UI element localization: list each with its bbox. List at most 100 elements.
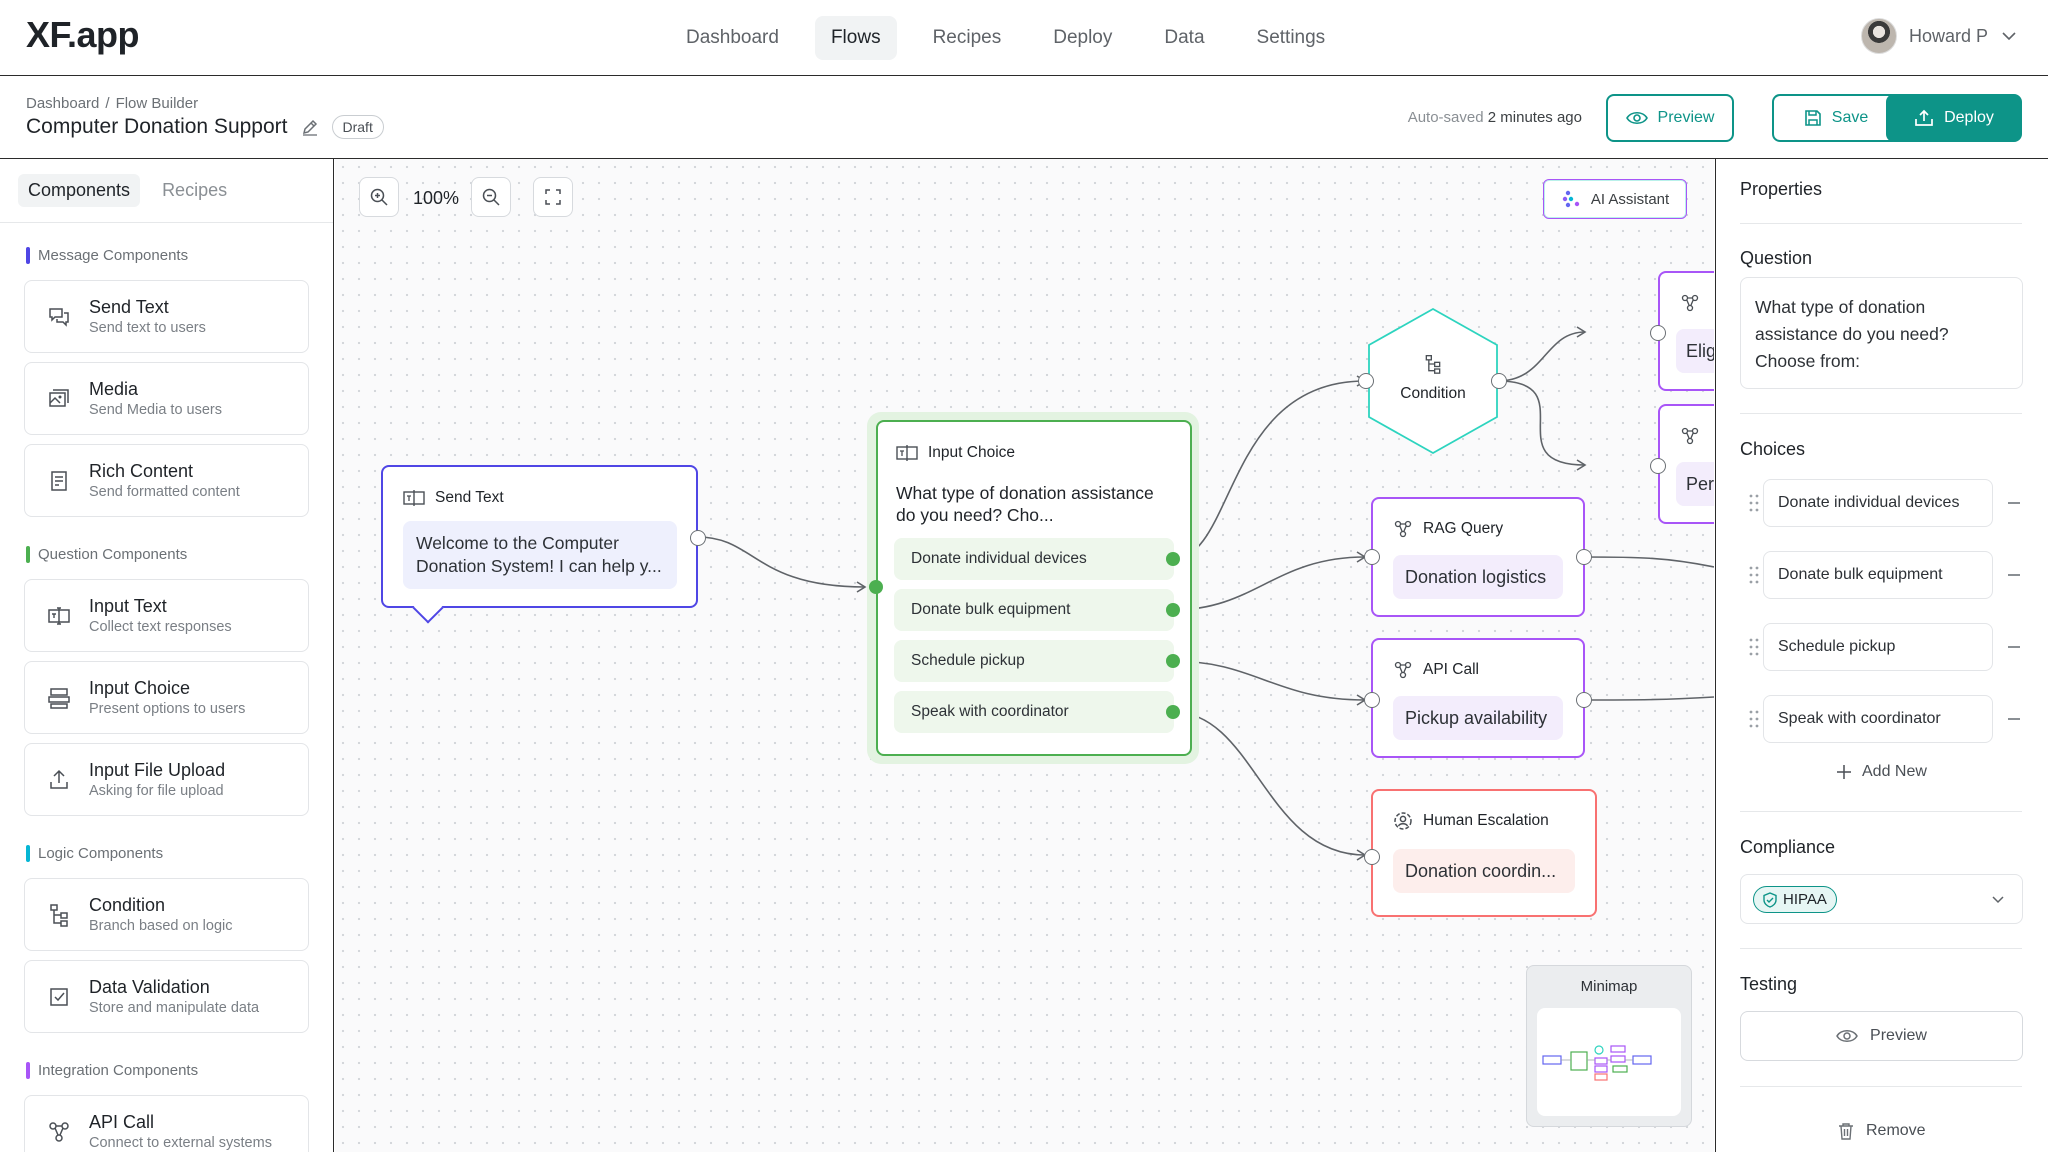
node-partial-per[interactable]: Per (1650, 404, 1714, 524)
component-title: Condition (89, 895, 166, 915)
component-title: Input Choice (89, 678, 191, 698)
component-title: API Call (89, 1112, 155, 1132)
breadcrumb-flow-builder[interactable]: Flow Builder (116, 95, 199, 112)
edge-option4-to-escalation (1172, 711, 1366, 856)
remove-choice-icon[interactable] (2008, 718, 2020, 720)
compliance-select[interactable]: HIPAA (1740, 874, 2023, 924)
remove-choice-icon[interactable] (2008, 646, 2020, 648)
nav-tab-deploy[interactable]: Deploy (1037, 16, 1128, 60)
section-label: Logic Components (38, 845, 164, 862)
node-partial-eligibility[interactable]: Elig (1650, 271, 1714, 391)
node-human-escalation[interactable]: Human Escalation Donation coordin... (1364, 789, 1597, 917)
component-input-text[interactable]: Input Text Collect text responses (24, 579, 309, 652)
component-data-validation[interactable]: Data Validation Store and manipulate data (24, 960, 309, 1033)
send-text-message: Welcome to the Computer Donation System!… (403, 521, 677, 589)
node-input-choice[interactable]: Input Choice What type of donation assis… (869, 420, 1192, 756)
node-api-call[interactable]: API Call Pickup availability (1364, 638, 1592, 758)
user-menu[interactable]: Howard P (1860, 18, 2018, 54)
remove-node-button[interactable]: Remove (1838, 1122, 1926, 1140)
component-condition[interactable]: Condition Branch based on logic (24, 878, 309, 951)
drag-handle-icon[interactable] (1748, 709, 1760, 729)
nav-tab-flows[interactable]: Flows (814, 16, 897, 60)
deploy-button[interactable]: Deploy (1886, 94, 2022, 142)
option-output-port[interactable] (1166, 654, 1180, 668)
add-new-label: Add New (1862, 763, 1927, 780)
node-input-port[interactable] (1364, 549, 1380, 565)
node-condition[interactable]: Condition (1358, 307, 1507, 455)
option-output-port[interactable] (1166, 705, 1180, 719)
testing-preview-button[interactable]: Preview (1740, 1011, 2023, 1061)
node-input-port[interactable] (1364, 849, 1380, 865)
section-color-bar (26, 845, 30, 862)
minimap[interactable]: Minimap (1526, 965, 1692, 1127)
minimap-viewport[interactable] (1537, 1008, 1681, 1116)
node-output-port[interactable] (1491, 373, 1507, 389)
node-input-port[interactable] (1650, 325, 1666, 341)
node-rag-query[interactable]: RAG Query Donation logistics (1364, 497, 1592, 617)
remove-choice-icon[interactable] (2008, 574, 2020, 576)
user-name: Howard P (1908, 25, 1988, 46)
component-subtitle: Send Media to users (89, 402, 222, 418)
section-color-bar (26, 546, 30, 563)
question-textarea[interactable]: What type of donation assistance do you … (1740, 277, 2023, 389)
branch-icon (50, 903, 68, 927)
component-media[interactable]: Media Send Media to users (24, 362, 309, 435)
properties-panel: Properties Question What type of donatio… (1715, 159, 2048, 1152)
drag-handle-icon[interactable] (1748, 637, 1760, 657)
option-output-port[interactable] (1166, 603, 1180, 617)
node-output-port[interactable] (690, 530, 706, 546)
edge-option2-to-rag (1172, 556, 1366, 611)
tab-components[interactable]: Components (18, 174, 141, 207)
nav-tab-data[interactable]: Data (1148, 16, 1220, 60)
page-title-row: Computer Donation Support Draft (26, 115, 384, 139)
pencil-icon[interactable] (300, 117, 320, 137)
drag-handle-icon[interactable] (1748, 565, 1760, 585)
node-value: Pickup availability (1393, 696, 1563, 740)
components-sidebar: Components Recipes Message Components Se… (0, 159, 334, 1152)
properties-title: Properties (1740, 179, 1823, 199)
choice-input[interactable]: Schedule pickup (1763, 623, 1993, 671)
remove-choice-icon[interactable] (2008, 502, 2020, 504)
node-type-label: Send Text (435, 489, 504, 506)
choice-input[interactable]: Donate bulk equipment (1763, 551, 1993, 599)
breadcrumb-dashboard[interactable]: Dashboard (26, 95, 99, 112)
save-button-label: Save (1831, 109, 1869, 126)
eye-icon (1625, 111, 1648, 125)
trash-icon (1839, 1123, 1853, 1140)
component-subtitle: Collect text responses (89, 619, 232, 635)
tab-recipes[interactable]: Recipes (152, 174, 237, 207)
node-output-port[interactable] (1576, 692, 1592, 708)
node-input-port[interactable] (1364, 692, 1380, 708)
component-send-text[interactable]: Send Text Send text to users (24, 280, 309, 353)
user-support-icon (1394, 812, 1412, 830)
node-input-port[interactable] (1650, 458, 1666, 474)
node-send-text[interactable]: Send Text Welcome to the Computer Donati… (381, 465, 706, 624)
node-input-port[interactable] (1358, 373, 1374, 389)
validation-icon (50, 987, 68, 1006)
question-label: Question (1740, 248, 1813, 268)
preview-button[interactable]: Preview (1606, 94, 1734, 142)
text-input-icon (896, 445, 918, 461)
eye-icon (1836, 1030, 1858, 1042)
component-input-file-upload[interactable]: Input File Upload Asking for file upload (24, 743, 309, 816)
nav-tab-recipes[interactable]: Recipes (917, 16, 1018, 60)
node-output-port[interactable] (1576, 549, 1592, 565)
component-rich-content[interactable]: Rich Content Send formatted content (24, 444, 309, 517)
nav-tab-dashboard[interactable]: Dashboard (670, 16, 795, 60)
edge-option3-to-api (1172, 660, 1366, 701)
drag-handle-icon[interactable] (1748, 493, 1760, 513)
add-choice-button[interactable]: Add New (1836, 763, 1927, 781)
option-output-port[interactable] (1166, 552, 1180, 566)
nav-tab-settings[interactable]: Settings (1241, 16, 1342, 60)
component-subtitle: Store and manipulate data (89, 1000, 260, 1016)
node-input-port[interactable] (869, 580, 883, 594)
choice-input[interactable]: Donate individual devices (1763, 479, 1993, 527)
app-logo[interactable]: XF.app (26, 14, 140, 56)
chevron-down-icon (2002, 32, 2016, 41)
component-api-call[interactable]: API Call Connect to external systems (24, 1095, 309, 1152)
node-value: Per (1676, 462, 1714, 506)
choice-input[interactable]: Speak with coordinator (1763, 695, 1993, 743)
component-input-choice[interactable]: Input Choice Present options to users (24, 661, 309, 734)
flow-canvas[interactable]: 100% AI Assistant Send Text Welcome to t… (335, 159, 1714, 1152)
save-button[interactable]: Save (1772, 94, 1900, 142)
